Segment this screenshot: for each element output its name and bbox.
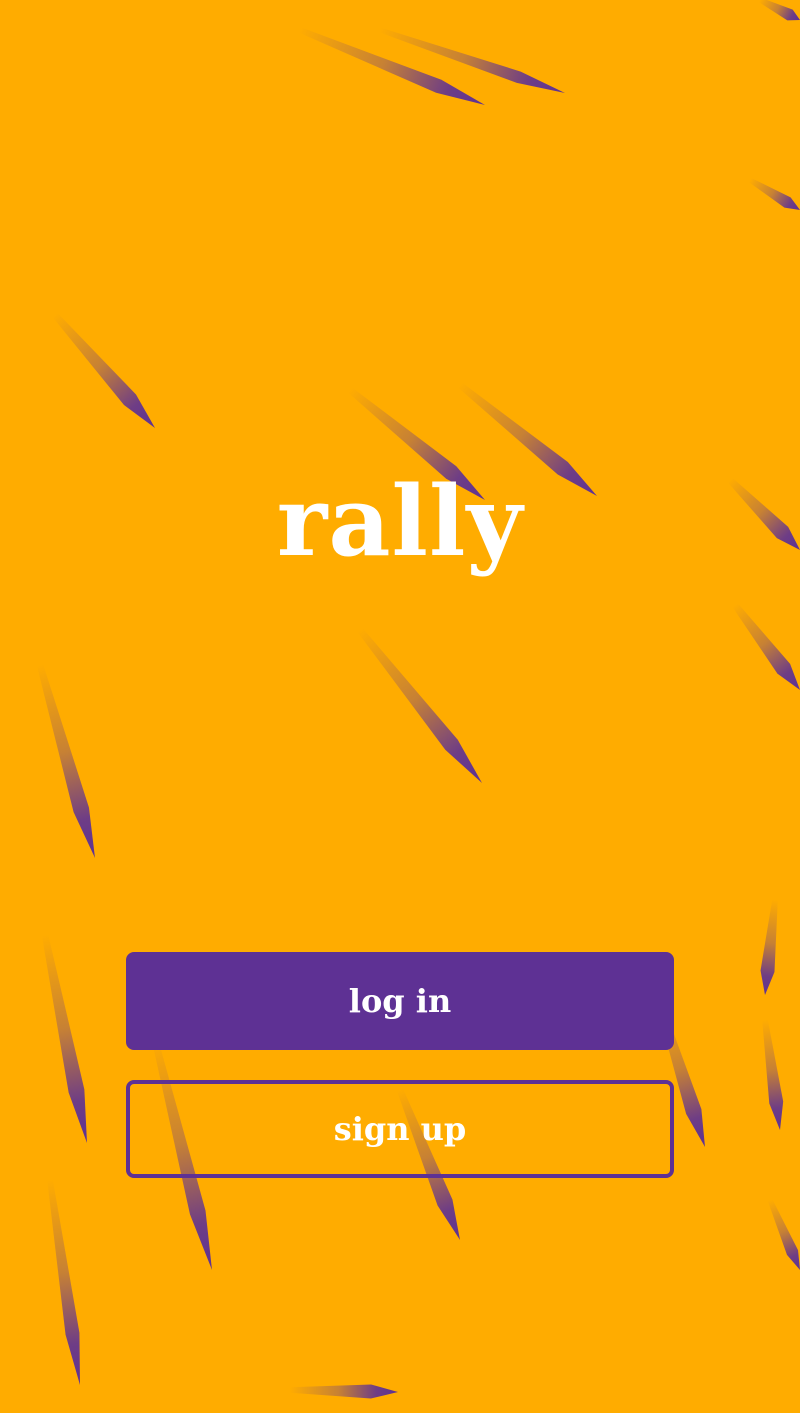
background-streak [41,934,87,1143]
background-streak [379,27,566,94]
background-streak [762,1019,784,1130]
app-logo: rally [276,465,524,578]
background-streak [289,1384,399,1399]
background-streak [748,177,800,210]
background-streak [298,27,486,106]
background-streak [758,0,800,21]
background-streak [36,664,96,859]
background-streak [52,312,156,428]
signup-button[interactable]: sign up [126,1080,674,1178]
login-button[interactable]: log in [126,952,674,1050]
background-streak [767,1199,800,1270]
background-streak [357,628,483,784]
background-streak [760,899,778,996]
background-streaks [36,0,800,1399]
background-streak [732,603,800,691]
background-streak [47,1179,80,1385]
